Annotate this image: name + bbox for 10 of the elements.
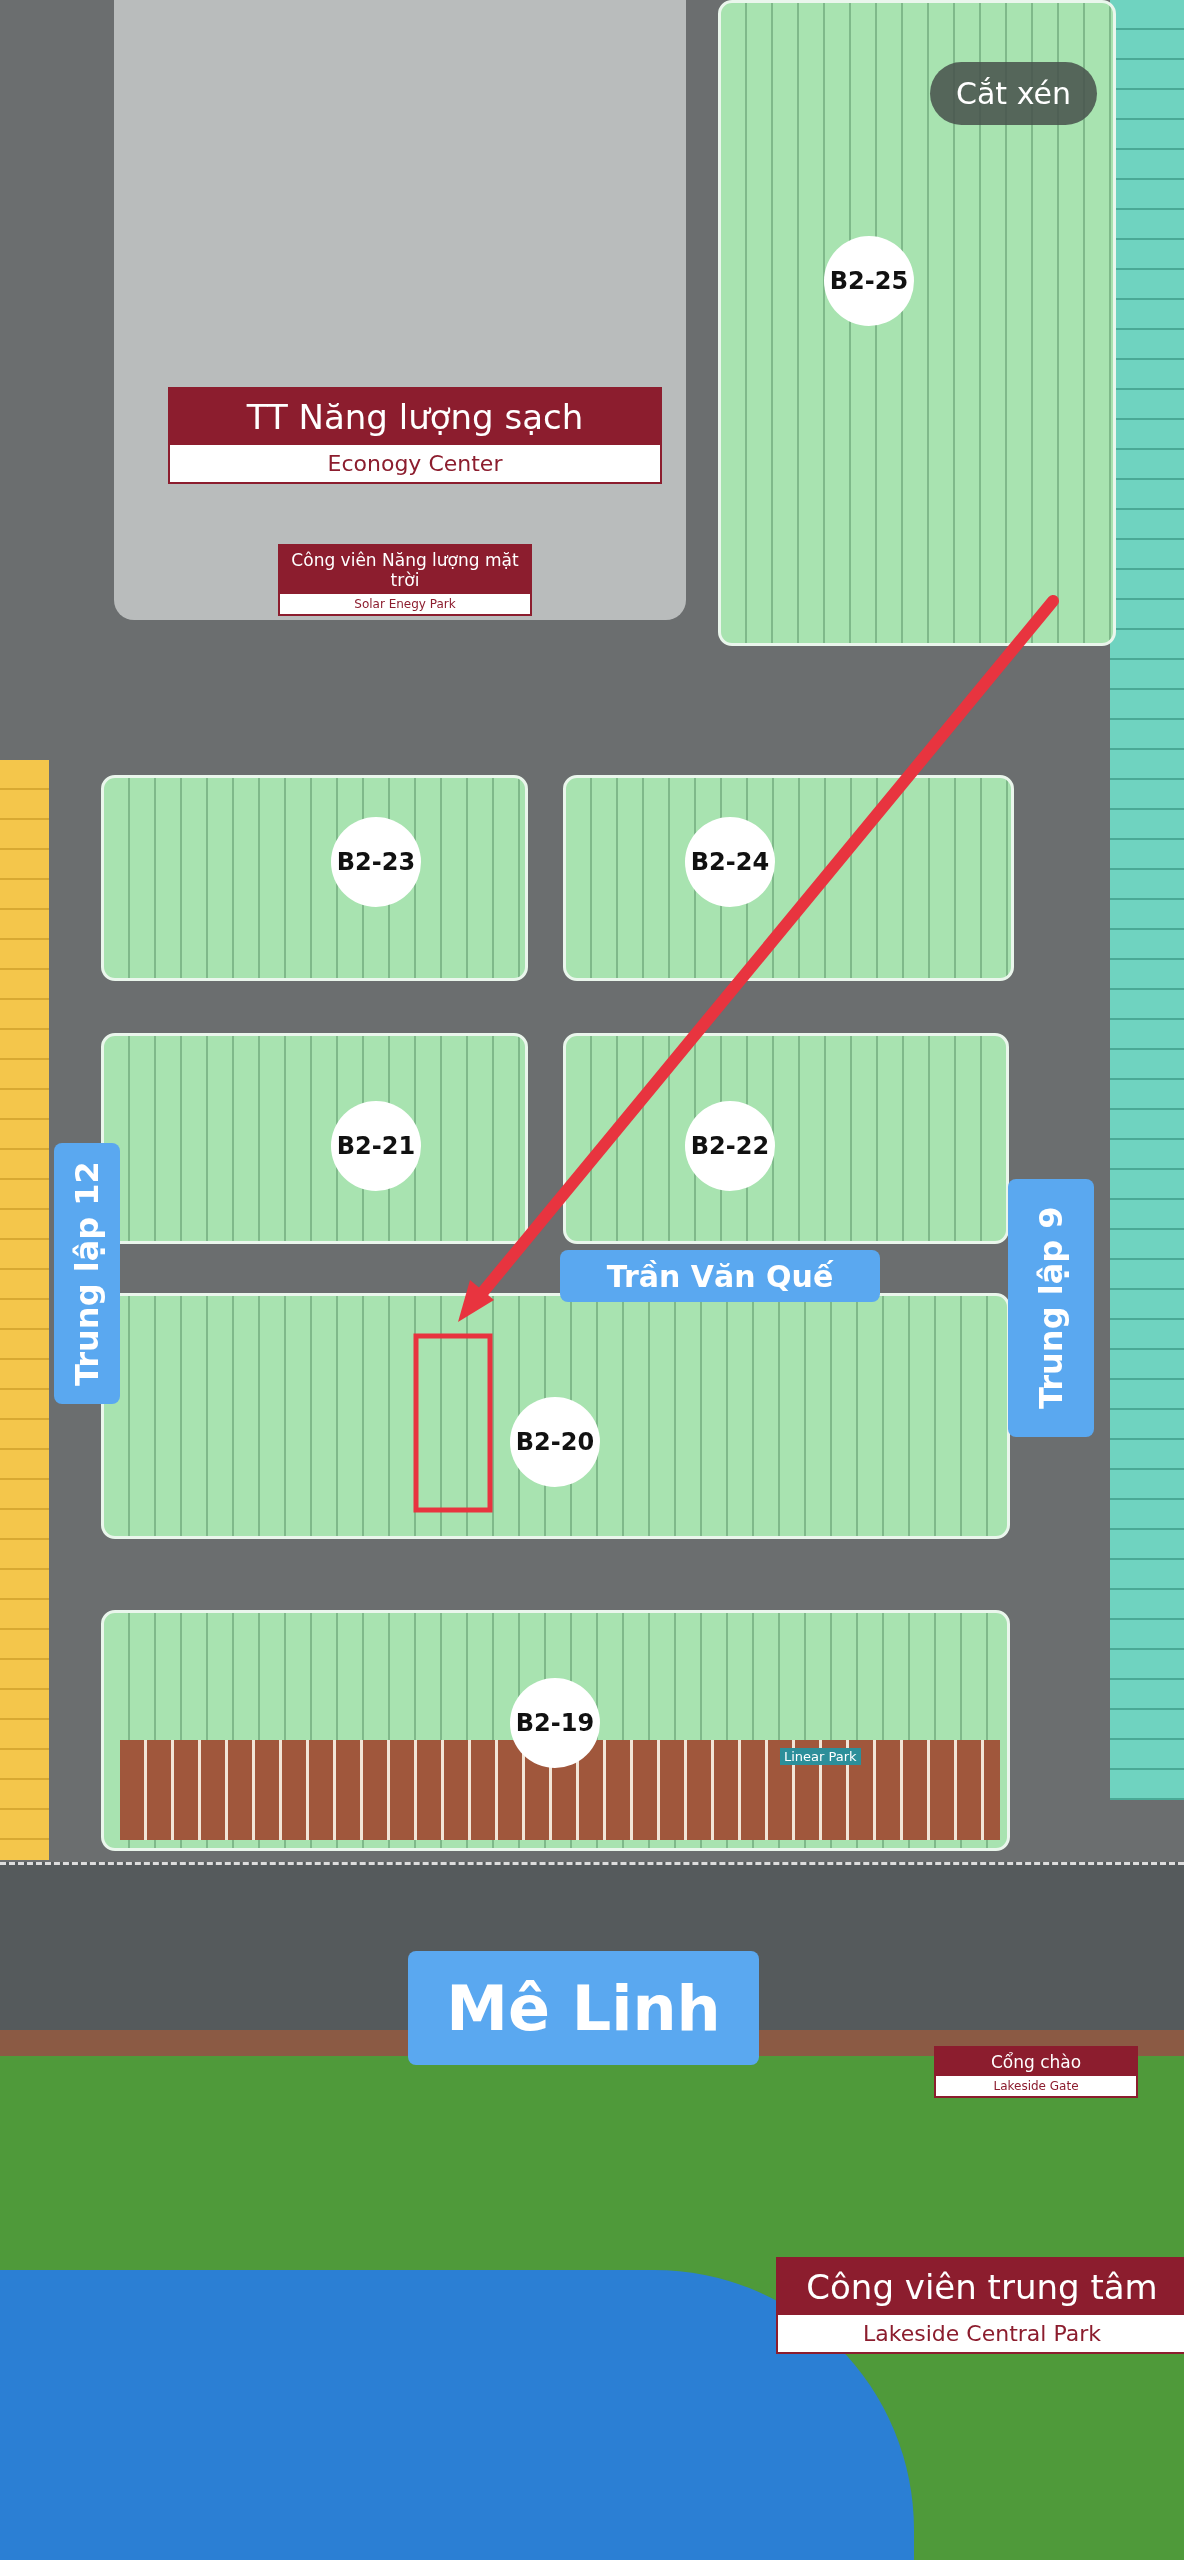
facility-sign: Công viên trung tâm Lakeside Central Park xyxy=(776,2257,1184,2354)
facility-sign: Cổng chào Lakeside Gate xyxy=(934,2046,1138,2098)
street-label: Mê Linh xyxy=(408,1951,759,2065)
facility-sign: TT Năng lượng sạch Econogy Center xyxy=(168,387,662,484)
park-label: Linear Park xyxy=(780,1748,861,1765)
crop-button[interactable]: Cắt xén xyxy=(930,62,1097,125)
street-label: Trung lập 9 xyxy=(1008,1179,1094,1437)
street-label: Trần Văn Quế xyxy=(560,1250,880,1302)
street-label: Trung lập 12 xyxy=(54,1143,120,1404)
facility-sign: Công viên Năng lượng mặt trời Solar Enegy Park xyxy=(278,544,532,616)
